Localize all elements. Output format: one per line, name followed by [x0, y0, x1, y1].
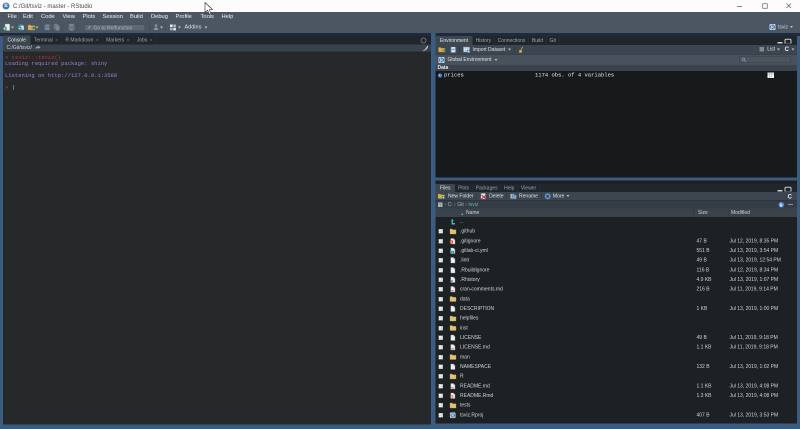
svg-text:m: m	[451, 289, 454, 293]
svg-text:R: R	[440, 57, 443, 62]
svg-text:R: R	[771, 25, 774, 30]
svg-text:m: m	[451, 347, 454, 351]
svg-text:R: R	[780, 202, 783, 207]
svg-text:R: R	[451, 414, 454, 418]
svg-text:m: m	[451, 386, 454, 390]
